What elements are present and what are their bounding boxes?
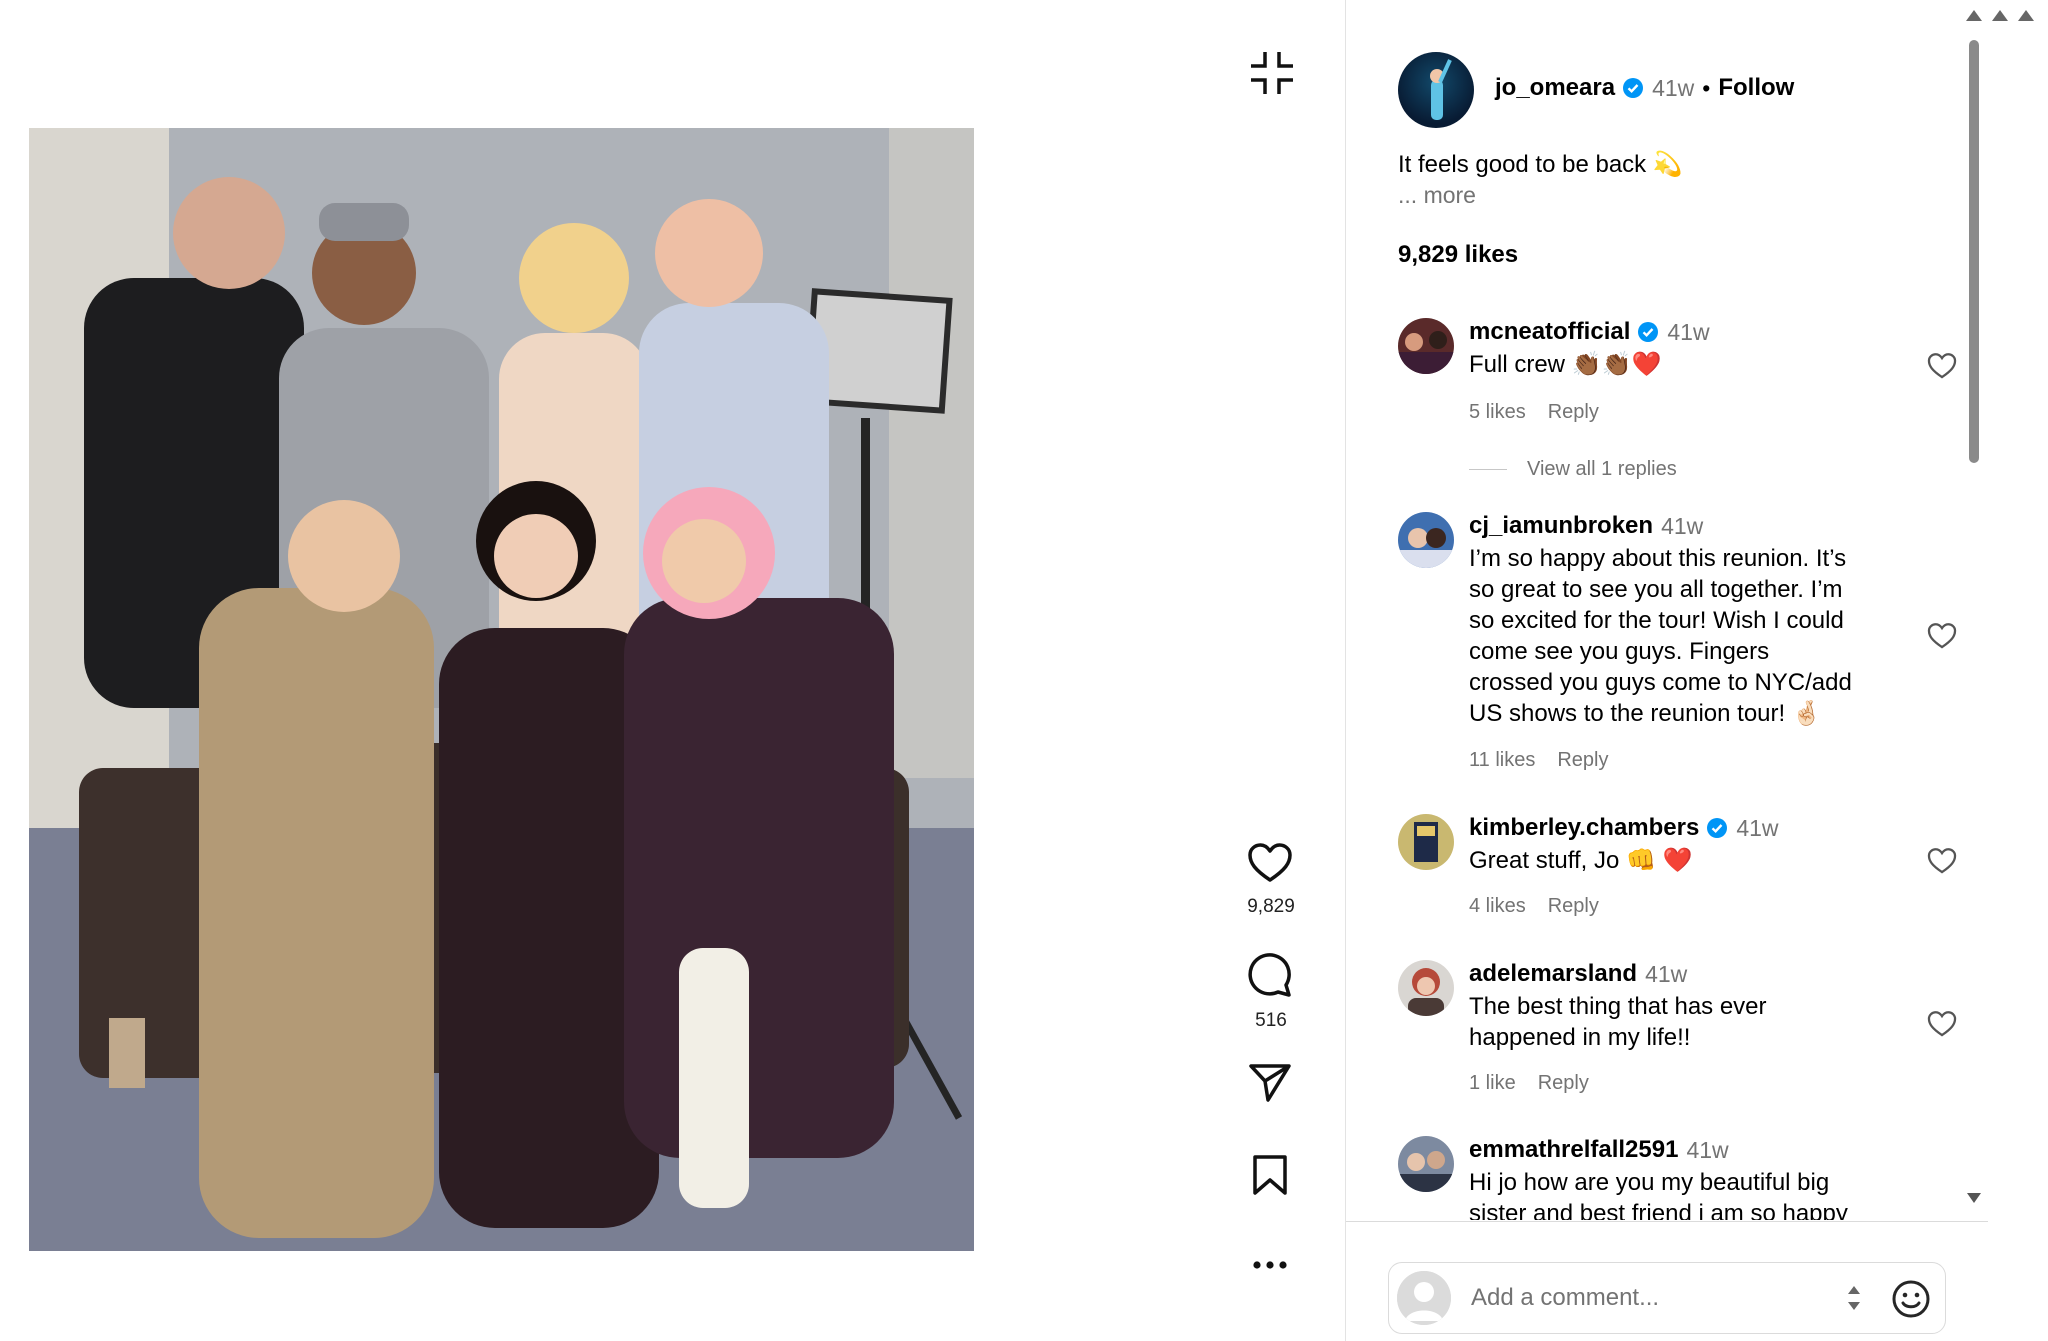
more-options-button[interactable] [1245,1241,1295,1291]
scroll-up-arrow[interactable] [1991,8,2011,24]
author-row: jo_omeara 41w • Follow [1495,74,1794,102]
author-avatar[interactable] [1398,52,1474,128]
scrollbar-thumb[interactable] [1969,40,1979,463]
heart-icon [1927,353,1957,384]
caption-more-label: more [1423,182,1476,208]
share-button[interactable] [1245,1060,1295,1110]
caption-more-button[interactable]: ... more [1398,182,1476,209]
comment-item: adelemarsland 41w The best thing that ha… [1398,960,1958,1100]
comment-text: The best thing that has ever happened in… [1469,993,1767,1051]
comment-text: Hi jo how are you my beautiful big siste… [1469,1169,1848,1220]
comment-likes[interactable]: 4 likes [1469,895,1526,918]
emoji-button[interactable] [1891,1279,1931,1319]
comment-count: 516 [1255,1010,1287,1031]
current-user-avatar [1397,1271,1451,1325]
view-replies-label: View all 1 replies [1527,458,1677,480]
comment-like-button[interactable] [1927,1010,1959,1042]
commenter-username[interactable]: kimberley.chambers [1469,814,1699,842]
post-age: 41w [1652,74,1695,101]
scroll-up-arrow[interactable] [2017,8,2037,24]
likes-total[interactable]: 9,829 likes [1398,241,1518,269]
composer-divider [1346,1221,1988,1222]
comment-item: cj_iamunbroken 41w I’m so happy about th… [1398,512,1958,772]
verified-icon [1706,817,1728,839]
comment-age: 41w [1736,814,1779,841]
comment-likes[interactable]: 5 likes [1469,401,1526,424]
separator: • [1702,74,1711,101]
commenter-avatar[interactable] [1398,814,1454,870]
heart-icon [1927,848,1957,879]
like-count: 9,829 [1247,896,1295,917]
comment-text: I’m so happy about this reunion. It’s so… [1469,545,1852,727]
verified-icon [1622,77,1644,99]
heart-icon [1247,842,1293,889]
bookmark-icon [1251,1154,1289,1201]
scroll-up-arrow[interactable] [1965,8,1985,24]
comment-composer [1388,1262,1946,1334]
heart-icon [1927,623,1957,654]
commenter-username[interactable]: adelemarsland [1469,960,1637,988]
commenter-avatar[interactable] [1398,512,1454,568]
post-photo[interactable] [29,128,974,1251]
comment-like-button[interactable] [1927,352,1959,384]
follow-button[interactable]: Follow [1718,74,1794,102]
commenter-username[interactable]: cj_iamunbroken [1469,512,1653,540]
comment-input[interactable] [1471,1281,1801,1315]
comment-button[interactable] [1245,952,1295,1002]
comment-icon [1247,952,1293,1003]
comment-age: 41w [1686,1136,1729,1163]
like-button[interactable] [1245,840,1295,890]
reply-button[interactable]: Reply [1548,401,1599,424]
replies-line [1469,469,1507,470]
scroll-down-arrow[interactable] [1966,1191,1982,1209]
comment-item: mcneatofficial 41w Full crew 👏🏾👏🏾❤️ 5 li… [1398,318,1958,428]
comment-likes[interactable]: 1 like [1469,1072,1516,1095]
comment-age: 41w [1667,318,1710,345]
caption-ellipsis: ... [1398,182,1418,208]
comment-like-button[interactable] [1927,847,1959,879]
commenter-avatar[interactable] [1398,1136,1454,1192]
commenter-avatar[interactable] [1398,318,1454,374]
more-icon [1252,1257,1288,1275]
author-username[interactable]: jo_omeara [1495,74,1615,102]
comment-likes[interactable]: 11 likes [1469,749,1535,772]
expand-stepper[interactable] [1844,1280,1864,1316]
comment-text: Full crew 👏🏾👏🏾❤️ [1469,351,1662,378]
share-icon [1248,1062,1292,1109]
exit-fullscreen-icon[interactable] [1247,48,1297,98]
commenter-username[interactable]: emmathrelfall2591 [1469,1136,1678,1164]
comment-age: 41w [1661,512,1704,539]
reply-button[interactable]: Reply [1557,749,1608,772]
verified-icon [1637,321,1659,343]
post-caption: It feels good to be back 💫 [1398,151,1683,178]
commenter-username[interactable]: mcneatofficial [1469,318,1630,346]
save-button[interactable] [1245,1152,1295,1202]
commenter-avatar[interactable] [1398,960,1454,1016]
reply-button[interactable]: Reply [1538,1072,1589,1095]
comment-text: Great stuff, Jo 👊 ❤️ [1469,847,1693,874]
emoji-icon [1891,1280,1931,1323]
comment-item: kimberley.chambers 41w Great stuff, Jo 👊… [1398,814,1958,924]
post-media-area: 9,829 516 [0,0,1345,1341]
view-replies-toggle[interactable]: View all 1 replies [1469,458,1677,481]
reply-button[interactable]: Reply [1548,895,1599,918]
comment-age: 41w [1645,960,1688,987]
comment-like-button[interactable] [1927,622,1959,654]
heart-icon [1927,1011,1957,1042]
comment-item: emmathrelfall2591 41w Hi jo how are you … [1398,1136,1958,1220]
post-details-panel: jo_omeara 41w • Follow It feels good to … [1345,0,2048,1341]
